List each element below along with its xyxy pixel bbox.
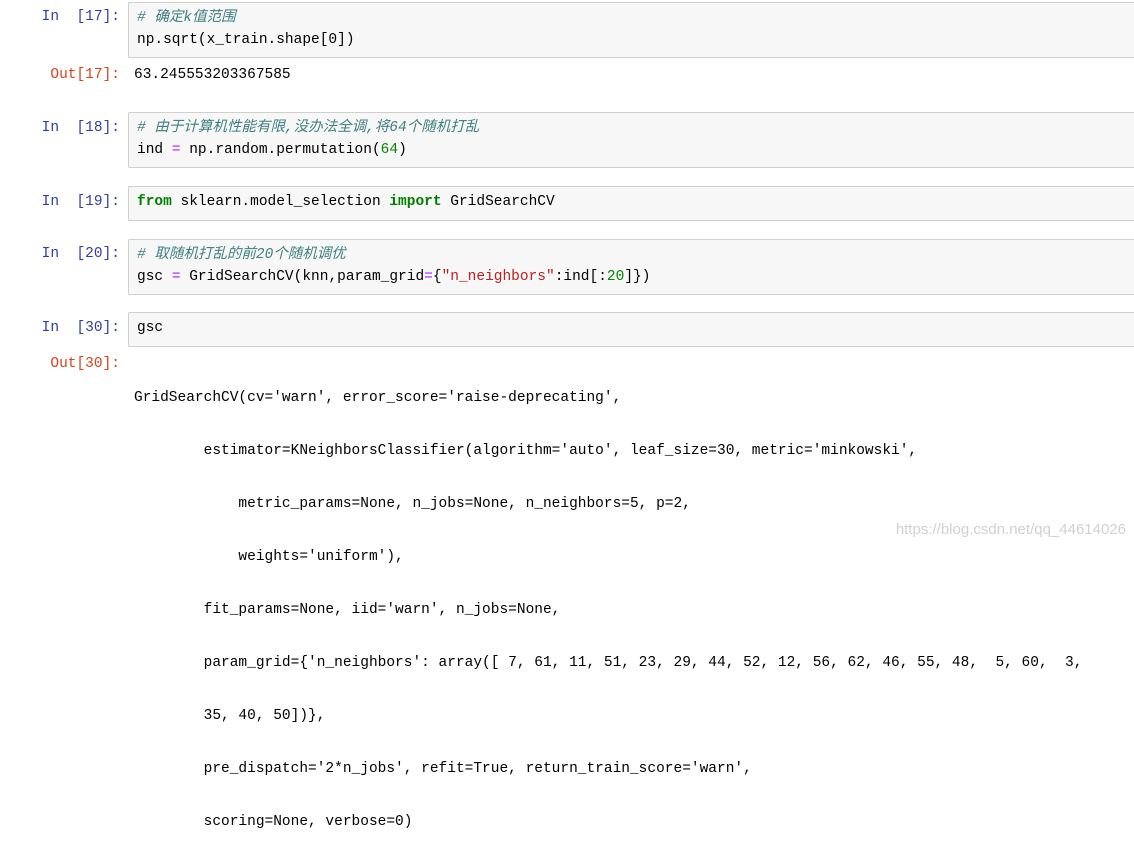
code-line: gsc = GridSearchCV(knn,param_grid={"n_ne… (137, 269, 651, 285)
code-input[interactable]: gsc (128, 312, 1134, 347)
output-line: scoring=None, verbose=0) (134, 814, 413, 830)
output-line: weights='uniform'), (134, 549, 404, 565)
code-line: from sklearn.model_selection import Grid… (137, 194, 555, 210)
input-prompt: In [30]: (41, 320, 120, 336)
code-line: gsc (137, 320, 164, 336)
output-text: 63.245553203367585 (134, 67, 291, 83)
code-line: ind = np.random.permutation(64) (137, 142, 407, 158)
output-text: GridSearchCV(cv='warn', error_score='rai… (134, 356, 1082, 865)
code-input[interactable]: from sklearn.model_selection import Grid… (128, 186, 1134, 221)
input-prompt: In [19]: (41, 194, 120, 210)
code-input[interactable]: # 由于计算机性能有限,没办法全调,将64个随机打乱 ind = np.rand… (128, 112, 1134, 168)
watermark: https://blog.csdn.net/qq_44614026 (895, 521, 1126, 538)
output-line: metric_params=None, n_jobs=None, n_neigh… (134, 496, 691, 512)
output-line: fit_params=None, iid='warn', n_jobs=None… (134, 602, 561, 618)
output-line: param_grid={'n_neighbors': array([ 7, 61… (134, 655, 1083, 671)
input-prompt: In [17]: (41, 9, 120, 25)
code-comment: # 确定k值范围 (137, 10, 236, 26)
output-line: 35, 40, 50])}, (134, 708, 326, 724)
code-comment: # 由于计算机性能有限,没办法全调,将64个随机打乱 (137, 120, 480, 136)
output-line: GridSearchCV(cv='warn', error_score='rai… (134, 390, 622, 406)
input-prompt: In [20]: (41, 246, 120, 262)
code-comment: # 取随机打乱的前20个随机调优 (137, 247, 346, 263)
output-line: pre_dispatch='2*n_jobs', refit=True, ret… (134, 761, 752, 777)
input-prompt: In [18]: (41, 120, 120, 136)
output-prompt: Out[30]: (50, 356, 120, 372)
code-input[interactable]: # 确定k值范围 np.sqrt(x_train.shape[0]) (128, 2, 1134, 58)
output-prompt: Out[17]: (50, 67, 120, 83)
code-line: np.sqrt(x_train.shape[0]) (137, 32, 355, 48)
output-line: estimator=KNeighborsClassifier(algorithm… (134, 443, 918, 459)
code-input[interactable]: # 取随机打乱的前20个随机调优 gsc = GridSearchCV(knn,… (128, 239, 1134, 295)
